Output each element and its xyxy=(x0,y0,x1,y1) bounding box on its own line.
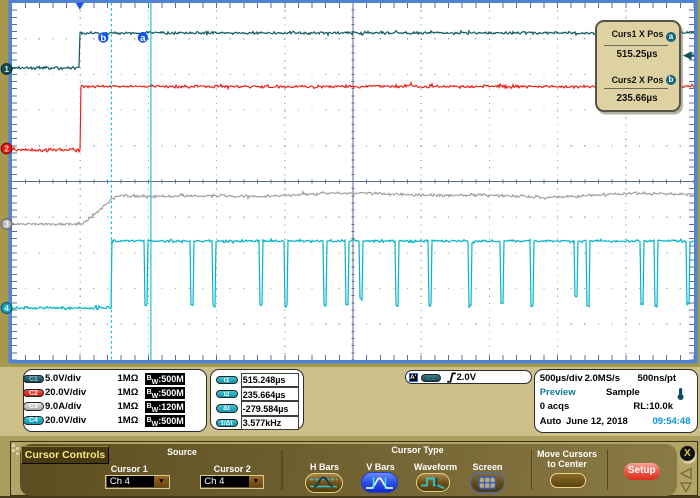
svg-text:4: 4 xyxy=(4,303,9,313)
svg-text:a: a xyxy=(140,33,146,44)
svg-text:1: 1 xyxy=(4,64,9,74)
svg-text:3: 3 xyxy=(4,219,9,229)
svg-text:b: b xyxy=(100,33,106,44)
svg-text:2: 2 xyxy=(4,144,9,154)
